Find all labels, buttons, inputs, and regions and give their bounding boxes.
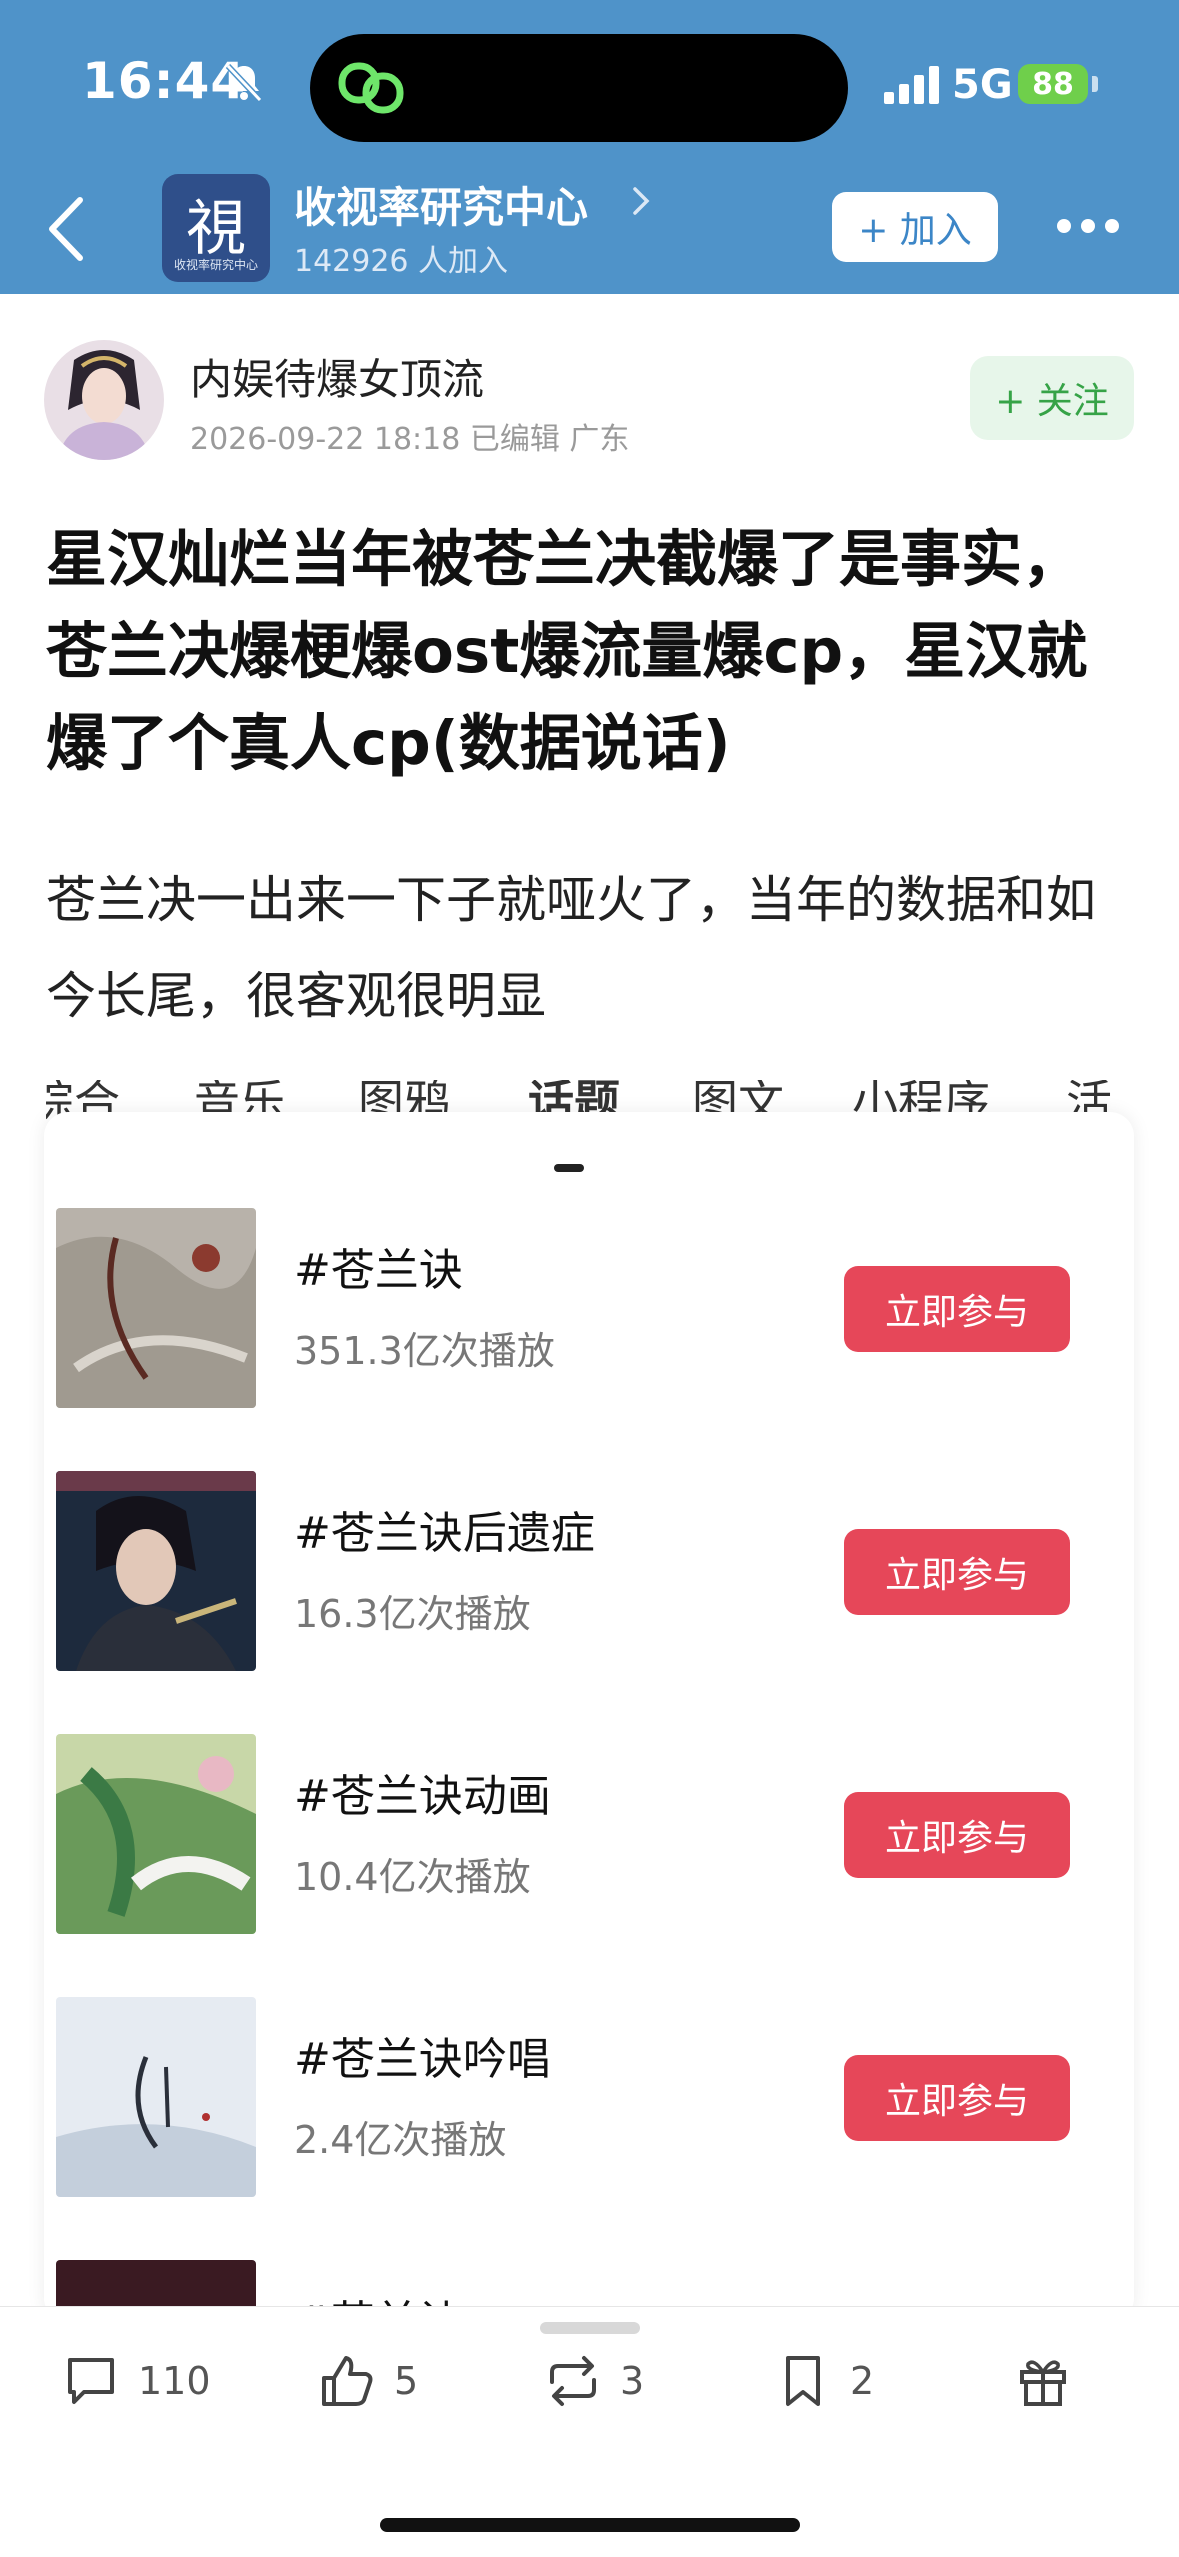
bell-muted-icon (225, 63, 263, 103)
gift-icon (1020, 2360, 1066, 2406)
topic-thumbnail (56, 1997, 256, 2197)
author-avatar[interactable] (44, 340, 164, 460)
topic-row[interactable]: #苍兰诀动画 10.4亿次播放 立即参与 (44, 1734, 1134, 1934)
topic-name: #苍兰诀动画 (294, 1771, 551, 1822)
signal-icon (884, 66, 939, 104)
join-topic-button[interactable]: 立即参与 (844, 1792, 1070, 1878)
group-avatar-subtext: 收视率研究中心 (173, 258, 258, 272)
topic-thumbnail (56, 1734, 256, 1934)
topic-thumbnail (56, 1471, 256, 1671)
topic-name: #苍兰诀 (294, 1245, 463, 1296)
sheet-grabber[interactable] (540, 2322, 640, 2334)
repost-icon (550, 2356, 596, 2406)
join-topic-button[interactable]: 立即参与 (844, 1529, 1070, 1615)
topic-row[interactable]: #苍兰诀 351.3亿次播放 立即参与 (44, 1208, 1134, 1408)
back-arrow-icon[interactable] (46, 196, 86, 262)
topic-plays: 351.3亿次播放 (294, 1329, 555, 1373)
like-count: 5 (394, 2359, 419, 2403)
chevron-right-icon[interactable] (632, 186, 650, 216)
comment-icon (68, 2358, 114, 2404)
bookmark-icon (786, 2356, 820, 2406)
favorite-count: 2 (850, 2359, 875, 2403)
group-member-count: 142926 人加入 (294, 244, 509, 279)
topic-plays: 16.3亿次播放 (294, 1592, 531, 1636)
favorite-button[interactable]: 2 (774, 2346, 874, 2416)
post-meta: 2026-09-22 18:18 已编辑 广东 (190, 422, 630, 457)
battery-tip (1092, 76, 1098, 92)
battery-icon: 88 (1018, 64, 1088, 104)
join-topic-button[interactable]: 立即参与 (844, 1266, 1070, 1352)
tab-indicator (554, 1164, 584, 1172)
comment-button[interactable]: 110 (62, 2346, 211, 2416)
comment-count: 110 (138, 2359, 211, 2403)
topic-plays: 10.4亿次播放 (294, 1855, 531, 1899)
group-avatar-char: 視 (186, 194, 246, 264)
gift-button[interactable] (1014, 2346, 1072, 2416)
topic-name: #苍兰诀后遗症 (294, 1508, 595, 1559)
group-name[interactable]: 收视率研究中心 (294, 174, 588, 235)
post-body: 苍兰决一出来一下子就哑火了，当年的数据和如今长尾，很客观很明显 (46, 871, 1096, 1025)
join-topic-button[interactable]: 立即参与 (844, 2055, 1070, 2141)
post-title: 星汉灿烂当年被苍兰决截爆了是事实，苍兰决爆梗爆ost爆流量爆cp，星汉就爆了个真… (46, 524, 1088, 779)
repost-count: 3 (620, 2359, 645, 2403)
group-avatar[interactable]: 視 收视率研究中心 (162, 174, 270, 282)
author-name[interactable]: 内娱待爆女顶流 (190, 346, 484, 407)
like-button[interactable]: 5 (318, 2346, 418, 2416)
join-group-button[interactable]: + 加入 (832, 192, 998, 262)
topic-row[interactable]: #苍兰诀后遗症 16.3亿次播放 立即参与 (44, 1471, 1134, 1671)
home-indicator (380, 2518, 800, 2532)
status-bar: 16:44 5G 88 (0, 0, 1179, 150)
topic-name: #苍兰诀吟唱 (294, 2034, 551, 2085)
topic-list-sheet: #苍兰诀 351.3亿次播放 立即参与 #苍兰诀后遗症 16.3亿次播放 立即参… (44, 1112, 1134, 2322)
network-type: 5G (952, 62, 1013, 108)
dynamic-island (310, 34, 848, 142)
follow-button[interactable]: + 关注 (970, 356, 1134, 440)
link-icon (338, 62, 404, 114)
topic-row[interactable]: #苍兰诀吟唱 2.4亿次播放 立即参与 (44, 1997, 1134, 2197)
more-icon[interactable] (1056, 218, 1120, 234)
topic-plays: 2.4亿次播放 (294, 2118, 507, 2162)
repost-button[interactable]: 3 (544, 2346, 644, 2416)
topic-thumbnail (56, 1208, 256, 1408)
thumbs-up-icon (322, 2356, 373, 2406)
